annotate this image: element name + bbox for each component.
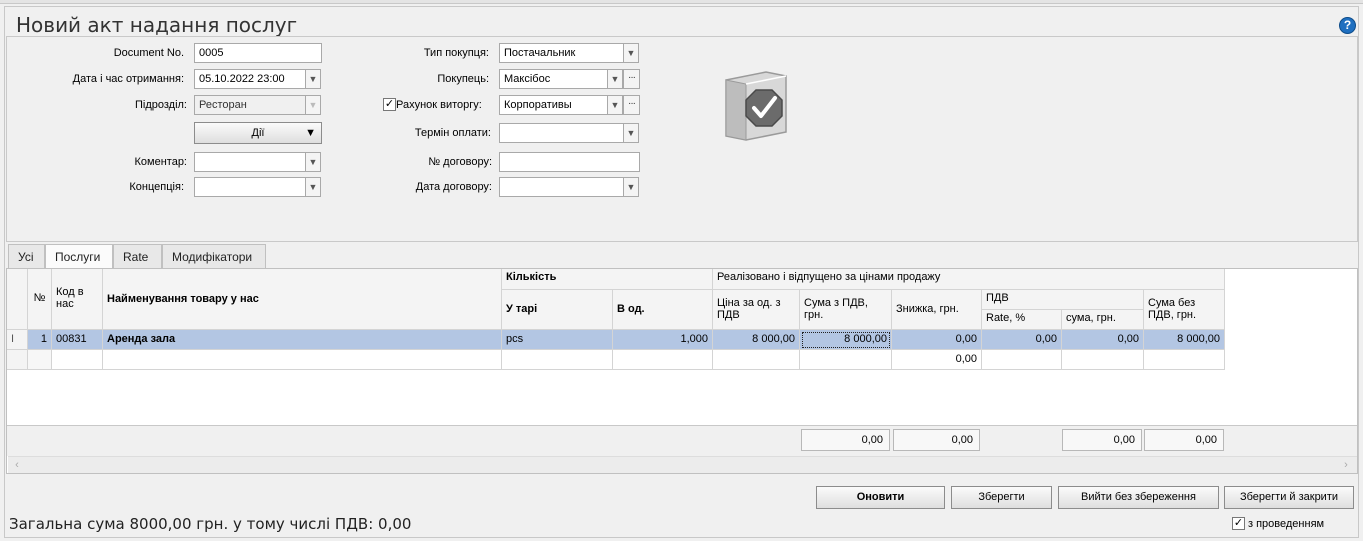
division-input: Ресторан [194, 95, 306, 115]
cell-in-pack[interactable]: pcs [502, 330, 613, 350]
col-sum-vat-header[interactable]: Сума з ПДВ, грн. [800, 290, 892, 330]
sold-group-header: Реалізовано і відпущено за цінами продаж… [713, 269, 1225, 290]
window-title: Новий акт надання послуг [16, 13, 298, 37]
help-icon[interactable]: ? [1339, 17, 1356, 34]
contract-no-label: № договору: [428, 156, 492, 168]
comment-dropdown[interactable]: ▼ [305, 152, 321, 172]
col-no-header[interactable]: № [28, 269, 52, 330]
row-marker [7, 350, 28, 370]
received-date-input[interactable]: 05.10.2022 23:00 [194, 69, 306, 89]
revenue-account-checkbox[interactable]: ✓ [383, 98, 396, 111]
services-grid: № Код в нас Найменування товару у нас Кі… [6, 268, 1358, 474]
save-and-close-button[interactable]: Зберегти й закрити [1224, 486, 1354, 509]
col-in-pack-header[interactable]: У тарі [502, 290, 613, 330]
concept-input[interactable] [194, 177, 306, 197]
cell-vat-rate[interactable] [982, 350, 1062, 370]
buyer-browse-button[interactable]: ··· [623, 69, 640, 89]
concept-dropdown[interactable]: ▼ [305, 177, 321, 197]
cell-vat-rate[interactable]: 0,00 [982, 330, 1062, 350]
cell-in-units[interactable] [613, 350, 713, 370]
buyer-dropdown[interactable]: ▼ [607, 69, 623, 89]
payment-term-label: Термін оплати: [414, 127, 491, 139]
cell-vat-sum[interactable] [1062, 350, 1144, 370]
payment-term-input[interactable] [499, 123, 624, 143]
revenue-account-dropdown[interactable]: ▼ [607, 95, 623, 115]
cell-vat-sum[interactable]: 0,00 [1062, 330, 1144, 350]
total-sum-vat: 0,00 [801, 429, 890, 451]
contract-date-input[interactable] [499, 177, 624, 197]
revenue-account-browse-button[interactable]: ··· [623, 95, 640, 115]
col-vat-rate-header[interactable]: Rate, % [982, 310, 1062, 330]
payment-term-dropdown[interactable]: ▼ [623, 123, 639, 143]
actions-label: Дії [251, 127, 265, 139]
posted-checkbox[interactable]: ✓ [1232, 517, 1245, 530]
horizontal-scrollbar[interactable]: ‹ › [8, 456, 1357, 473]
cell-unit-price[interactable]: 8 000,00 [713, 330, 800, 350]
chevron-down-icon: ▼ [305, 127, 316, 139]
row-marker: I [7, 330, 28, 350]
purchase-type-dropdown[interactable]: ▼ [623, 43, 639, 63]
scroll-left-icon[interactable]: ‹ [10, 458, 24, 472]
cell-in-units[interactable]: 1,000 [613, 330, 713, 350]
contract-no-input[interactable] [499, 152, 640, 172]
division-dropdown: ▼ [305, 95, 321, 115]
cell-sum-no-vat[interactable]: 8 000,00 [1144, 330, 1225, 350]
purchase-type-input[interactable]: Постачальник [499, 43, 624, 63]
col-name-header[interactable]: Найменування товару у нас [103, 269, 502, 330]
exit-without-saving-button[interactable]: Вийти без збереження [1058, 486, 1219, 509]
received-date-label: Дата і час отримання: [72, 73, 184, 85]
division-label: Підрозділ: [134, 99, 187, 111]
tab-rate[interactable]: Rate [113, 244, 162, 268]
update-button[interactable]: Оновити [816, 486, 945, 509]
total-summary: Загальна сума 8000,00 грн. у тому числі … [9, 515, 412, 533]
col-unit-price-header[interactable]: Ціна за од. з ПДВ [713, 290, 800, 330]
total-discount: 0,00 [893, 429, 980, 451]
posted-label: з проведенням [1248, 518, 1325, 530]
col-discount-header[interactable]: Знижка, грн. [892, 290, 982, 330]
revenue-account-input[interactable]: Корпоративы [499, 95, 608, 115]
vat-group-header: ПДВ [982, 290, 1144, 310]
received-date-dropdown[interactable]: ▼ [305, 69, 321, 89]
top-strip [0, 0, 1363, 4]
tab-all[interactable]: Усі [8, 244, 45, 268]
tab-modifiers[interactable]: Модифікатори [162, 244, 266, 268]
comment-input[interactable] [194, 152, 306, 172]
buyer-label: Покупець: [437, 73, 489, 85]
cell-unit-price[interactable] [713, 350, 800, 370]
doc-no-label: Document No. [113, 47, 184, 59]
col-in-units-header[interactable]: В од. [613, 290, 713, 330]
concept-label: Концепція: [129, 181, 184, 193]
purchase-type-label: Тип покупця: [423, 47, 489, 59]
total-vat-sum: 0,00 [1062, 429, 1142, 451]
comment-label: Коментар: [134, 156, 188, 168]
contract-date-label: Дата договору: [415, 181, 492, 193]
revenue-account-label: Рахунок виторгу: [396, 99, 482, 111]
cell-sum-vat[interactable] [800, 350, 892, 370]
cell-sum-vat[interactable]: 8 000,00 [800, 330, 892, 350]
cell-code[interactable]: 00831 [52, 330, 103, 350]
contract-date-dropdown[interactable]: ▼ [623, 177, 639, 197]
cell-code[interactable] [52, 350, 103, 370]
quantity-group-header: Кількість [502, 269, 713, 290]
cell-no[interactable] [28, 350, 52, 370]
col-vat-sum-header[interactable]: сума, грн. [1062, 310, 1144, 330]
actions-button[interactable]: Дії ▼ [194, 122, 322, 144]
buyer-input[interactable]: Максібос [499, 69, 608, 89]
cell-name[interactable] [103, 350, 502, 370]
doc-no-input[interactable]: 0005 [194, 43, 322, 63]
save-button[interactable]: Зберегти [951, 486, 1052, 509]
cell-discount[interactable]: 0,00 [892, 330, 982, 350]
cell-discount[interactable]: 0,00 [892, 350, 982, 370]
cell-name[interactable]: Аренда зала [103, 330, 502, 350]
cell-sum-no-vat[interactable] [1144, 350, 1225, 370]
tab-services[interactable]: Послуги [45, 244, 113, 270]
col-code-header[interactable]: Код в нас [52, 269, 103, 330]
document-status-icon [725, 71, 787, 141]
scroll-right-icon[interactable]: › [1339, 458, 1353, 472]
col-sum-no-vat-header[interactable]: Сума без ПДВ, грн. [1144, 290, 1225, 330]
row-header-corner [7, 269, 28, 330]
cell-in-pack[interactable] [502, 350, 613, 370]
cell-no[interactable]: 1 [28, 330, 52, 350]
total-sum-no-vat: 0,00 [1144, 429, 1224, 451]
